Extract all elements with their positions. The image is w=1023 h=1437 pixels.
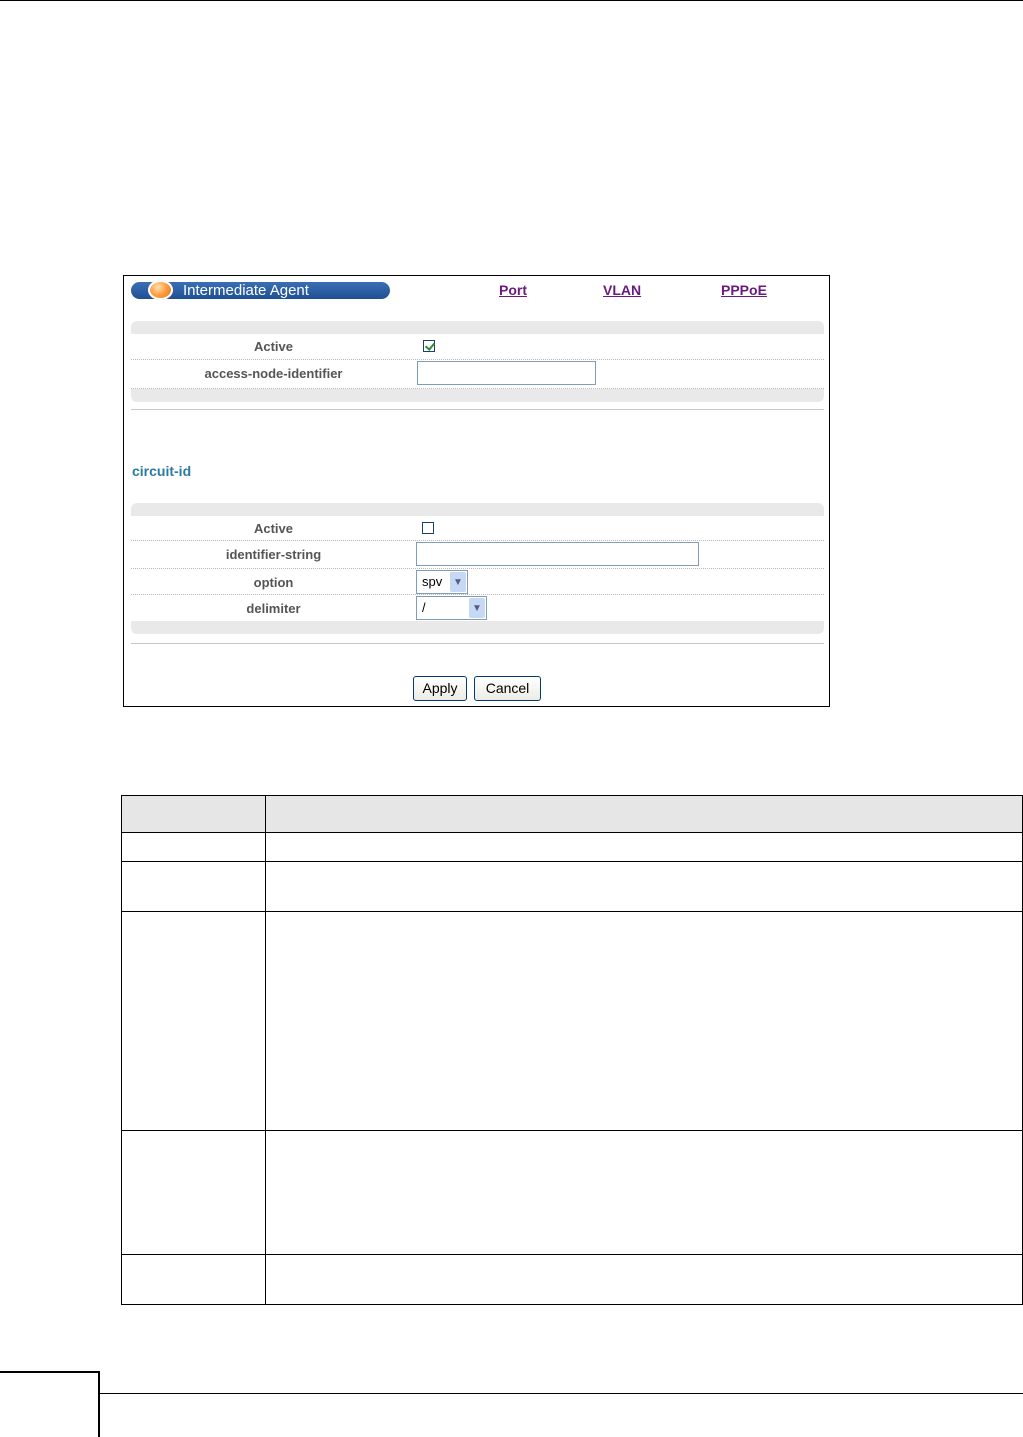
circuit-identifier-label: identifier-string [225, 547, 322, 562]
agent-active-label: Active [253, 339, 294, 354]
circuit-active-row: Active [131, 516, 824, 541]
table-row [121, 911, 1023, 1131]
agent-panel: Active access-node-identifier [131, 321, 824, 402]
chevron-down-icon: ▼ [469, 598, 485, 618]
description-table [121, 795, 1023, 1305]
cancel-button[interactable]: Cancel [474, 676, 541, 701]
section-title-circuit-id: circuit-id [132, 463, 192, 479]
circuit-delimiter-label: delimiter [246, 601, 301, 616]
table-row [121, 1254, 1023, 1305]
circuit-active-checkbox[interactable] [422, 522, 434, 534]
top-rule [0, 0, 1023, 1]
page-number-box [0, 1371, 100, 1437]
table-cell [265, 861, 1023, 912]
agent-identifier-label: access-node-identifier [204, 366, 343, 381]
title-bar: Intermediate Agent [131, 280, 390, 300]
circuit-active-label: Active [253, 521, 294, 536]
table-header-cell [265, 795, 1023, 833]
table-row [121, 832, 1023, 862]
table-row [121, 861, 1023, 912]
link-pppoe[interactable]: PPPoE [721, 282, 767, 298]
footer-rule [100, 1393, 1023, 1394]
table-header-row [121, 795, 1023, 833]
divider [131, 409, 824, 410]
orb-icon [148, 280, 173, 300]
agent-identifier-row: access-node-identifier [131, 360, 824, 389]
divider [131, 643, 824, 644]
table-row [121, 1130, 1023, 1255]
option-value: spv [422, 574, 443, 589]
circuit-identifier-row: identifier-string [131, 541, 824, 569]
agent-active-row: Active [131, 334, 824, 360]
table-header-cell [121, 795, 266, 833]
table-cell [265, 1130, 1023, 1255]
table-cell [121, 1254, 266, 1305]
table-cell [265, 911, 1023, 1131]
table-cell [121, 861, 266, 912]
circuit-delimiter-row: delimiter / ▼ [131, 595, 824, 621]
table-cell [121, 911, 266, 1131]
table-cell [121, 832, 266, 862]
table-cell [265, 1254, 1023, 1305]
delimiter-select[interactable]: / ▼ [416, 596, 487, 620]
link-vlan[interactable]: VLAN [603, 282, 641, 298]
page-title: Intermediate Agent [183, 282, 309, 299]
circuit-panel: Active identifier-string option spv ▼ de… [131, 503, 824, 634]
link-port[interactable]: Port [499, 282, 527, 298]
apply-button[interactable]: Apply [413, 676, 467, 701]
delimiter-value: / [422, 600, 426, 615]
agent-active-checkbox[interactable] [423, 340, 435, 352]
access-node-identifier-input[interactable] [417, 361, 596, 385]
circuit-option-label: option [253, 575, 294, 590]
option-select[interactable]: spv ▼ [416, 570, 468, 594]
chevron-down-icon: ▼ [450, 572, 466, 592]
table-cell [121, 1130, 266, 1255]
circuit-option-row: option spv ▼ [131, 569, 824, 595]
table-cell [265, 832, 1023, 862]
identifier-string-input[interactable] [416, 542, 699, 566]
screenshot-frame: Intermediate Agent Port VLAN PPPoE Activ… [123, 275, 830, 707]
